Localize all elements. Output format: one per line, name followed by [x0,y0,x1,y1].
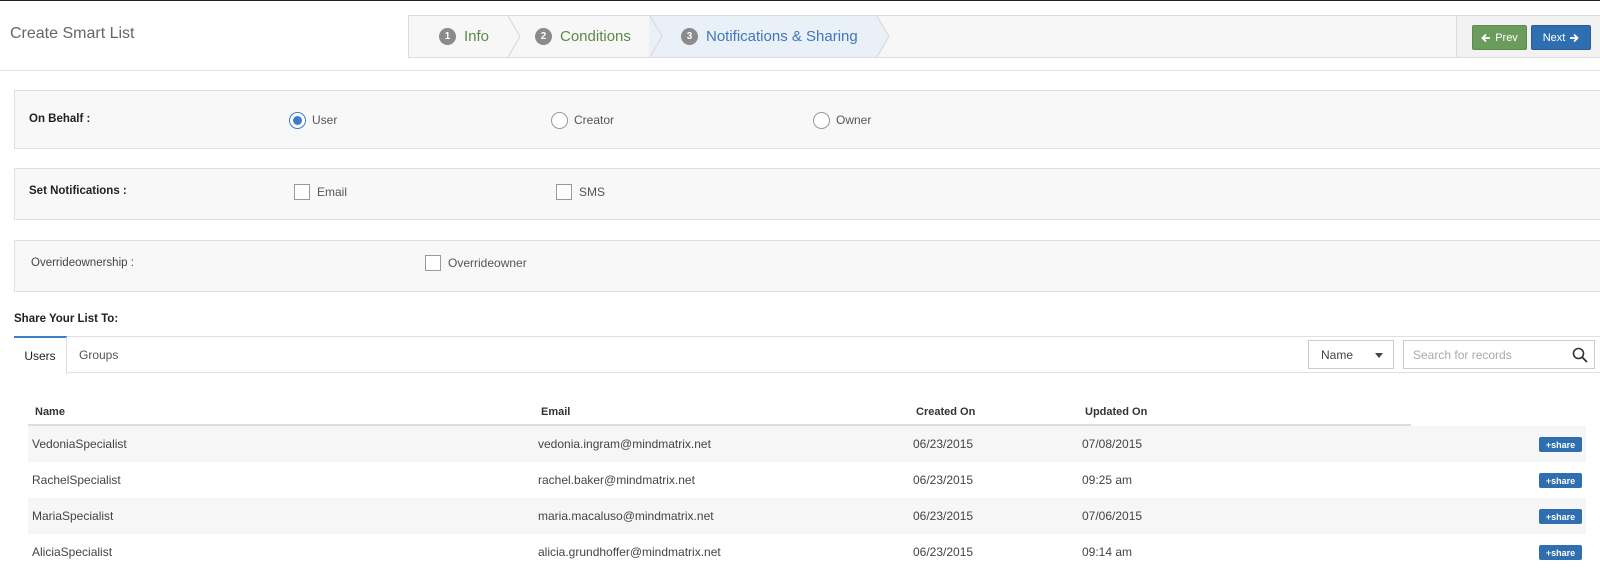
share-button[interactable]: + share [1539,509,1582,524]
step-number: 1 [439,28,456,45]
tab-groups[interactable]: Groups [79,336,118,373]
override-ownership-label: Overrideownership : [31,257,134,269]
column-header-name[interactable]: Name [35,406,65,418]
notifications-label: Set Notifications : [29,185,127,197]
sms-checkbox[interactable] [556,184,572,200]
row-updated-on: 09:14 am [1082,545,1133,559]
chevron-right-icon [507,16,521,57]
radio-user-label: User [312,113,338,127]
row-email: vedonia.ingram@mindmatrix.net [538,437,711,451]
share-button[interactable]: + share [1539,473,1582,488]
wizard-nav-buttons: Prev Next [1456,15,1600,58]
page-title: Create Smart List [10,25,135,42]
table-row: MariaSpecialist maria.macaluso@mindmatri… [28,498,1586,534]
row-updated-on: 09:25 am [1082,473,1133,487]
search-box [1403,340,1595,369]
search-field-select[interactable]: Name [1308,340,1394,369]
on-behalf-panel: On Behalf : User Creator Owner [14,90,1600,149]
row-created-on: 06/23/2015 [913,545,974,559]
email-checkbox[interactable] [294,184,310,200]
row-email: alicia.grundhoffer@mindmatrix.net [538,545,721,559]
caret-down-icon [1375,353,1383,358]
tab-users[interactable]: Users [14,336,67,374]
email-checkbox-label: Email [317,185,348,199]
arrow-left-icon [1481,33,1491,42]
overrideowner-checkbox-label: Overrideowner [448,256,527,270]
wizard-step-notifications-sharing[interactable]: 3 Notifications & Sharing [681,16,858,57]
chevron-right-icon [876,16,890,57]
next-button[interactable]: Next [1531,25,1591,50]
overrideowner-checkbox[interactable] [425,255,441,271]
radio-creator-label: Creator [574,113,615,127]
share-section-title: Share Your List To: [14,313,119,325]
arrow-right-icon [1570,33,1580,42]
column-header-created-on[interactable]: Created On [916,406,975,418]
row-name: AliciaSpecialist [32,545,113,559]
row-created-on: 06/23/2015 [913,509,974,523]
share-button-label: share [1551,439,1576,450]
table-row: RachelSpecialist rachel.baker@mindmatrix… [28,462,1586,498]
step-label: Conditions [560,28,631,45]
row-created-on: 06/23/2015 [913,473,974,487]
wizard-step-conditions[interactable]: 2 Conditions [535,16,631,57]
row-name: MariaSpecialist [32,509,114,523]
share-button-label: share [1551,547,1576,558]
radio-owner[interactable] [813,112,830,129]
table-row: VedoniaSpecialist vedonia.ingram@mindmat… [28,426,1586,462]
share-button[interactable]: + share [1539,437,1582,452]
on-behalf-label: On Behalf : [29,113,91,125]
chevron-right-icon [649,16,663,57]
page-header: Create Smart List 1 Info 2 Conditions 3 … [0,1,1600,71]
wizard-steps: 1 Info 2 Conditions 3 Notifications & Sh… [408,15,1600,58]
share-button-label: share [1551,475,1576,486]
radio-owner-label: Owner [836,113,872,127]
radio-user[interactable] [289,112,306,129]
prev-label: Prev [1495,31,1518,44]
wizard-step-info[interactable]: 1 Info [439,16,489,57]
column-header-updated-on[interactable]: Updated On [1085,406,1147,418]
share-button-label: share [1551,511,1576,522]
users-table-header: Name Email Created On Updated On [28,398,1411,426]
step-label: Notifications & Sharing [706,28,858,45]
share-button[interactable]: + share [1539,545,1582,560]
row-email: rachel.baker@mindmatrix.net [538,473,695,487]
step-number: 2 [535,28,552,45]
notifications-panel: Set Notifications : Email SMS [14,168,1600,220]
search-input[interactable] [1404,341,1564,368]
radio-creator[interactable] [551,112,568,129]
search-field-value: Name [1321,347,1354,362]
next-label: Next [1542,31,1566,44]
table-row: AliciaSpecialist alicia.grundhoffer@mind… [28,534,1586,570]
step-label: Info [464,28,490,45]
sms-checkbox-label: SMS [579,185,606,199]
row-name: RachelSpecialist [32,473,121,487]
row-email: maria.macaluso@mindmatrix.net [538,509,714,523]
column-header-email[interactable]: Email [541,406,570,418]
step-number: 3 [681,28,698,45]
row-created-on: 06/23/2015 [913,437,974,451]
search-icon[interactable] [1572,347,1588,363]
row-updated-on: 07/06/2015 [1082,509,1143,523]
row-name: VedoniaSpecialist [32,437,127,451]
override-ownership-panel: Overrideownership : Overrideowner [14,240,1600,292]
prev-button[interactable]: Prev [1472,25,1527,50]
row-updated-on: 07/08/2015 [1082,437,1143,451]
